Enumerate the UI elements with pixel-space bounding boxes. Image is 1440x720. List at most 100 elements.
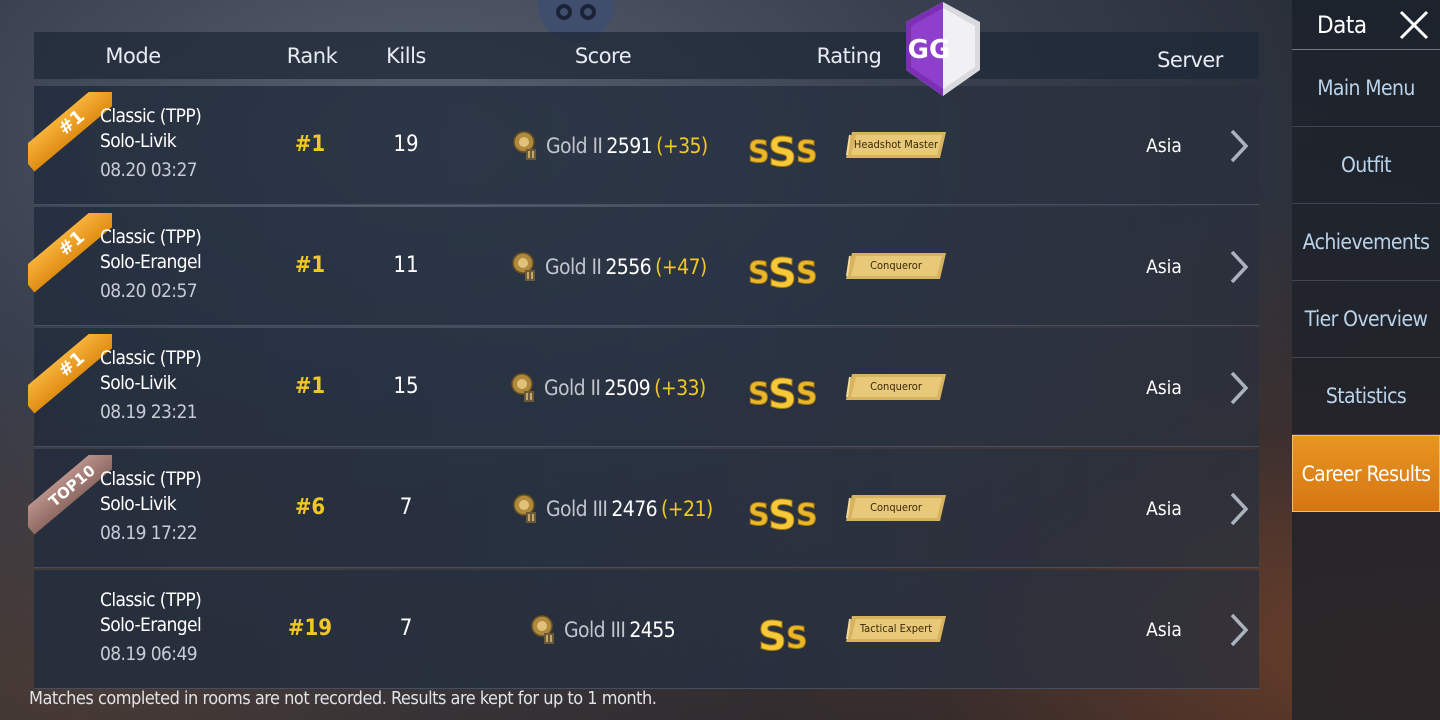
mode-map: Solo-Livik (100, 130, 177, 152)
match-score: Gold II 2509 (+33) (510, 373, 706, 403)
data-sidebar: Data Main Menu Outfit Achievements Tier Ove… (1292, 0, 1440, 720)
match-kills: 19 (393, 132, 419, 157)
score-delta: (+21) (661, 497, 713, 521)
match-rank: #6 (294, 495, 326, 520)
match-mode: Classic (TPP) Solo-Livik 08.19 17:22 (100, 467, 202, 546)
sidebar-item-main-menu[interactable]: Main Menu (1292, 50, 1440, 127)
mode-map: Solo-Erangel (100, 251, 202, 273)
match-server: Asia (1146, 135, 1182, 157)
match-score: Gold II 2591 (+35) (512, 131, 708, 161)
rating-title-badge: Conqueror (846, 494, 946, 522)
svg-text:S: S (748, 256, 770, 291)
sidebar-item-tier-overview[interactable]: Tier Overview (1292, 281, 1440, 358)
mode-map: Solo-Erangel (100, 614, 202, 636)
match-datetime: 08.19 23:21 (100, 401, 198, 423)
score-points: 2476 (611, 497, 658, 521)
match-kills: 7 (399, 616, 413, 641)
score-points: 2556 (605, 255, 652, 279)
rating-title: Headshot Master (853, 138, 939, 151)
match-row[interactable]: #1 Classic (TPP) Solo-Livik 08.19 23:21 … (28, 328, 1259, 447)
svg-text:S: S (758, 614, 787, 654)
match-score: Gold II 2556 (+47) (511, 252, 707, 282)
grade-sss-icon: S S S (748, 130, 819, 171)
svg-text:S: S (768, 493, 797, 533)
match-datetime: 08.19 17:22 (100, 522, 198, 544)
mode-type: Classic (TPP) (100, 105, 202, 127)
match-row[interactable]: TOP10 Classic (TPP) Solo-Livik 08.19 17:… (28, 449, 1259, 568)
rating-title-badge: Headshot Master (846, 131, 946, 159)
svg-text:S: S (748, 498, 770, 533)
table-header: Mode Rank Kills Score Rating Server (34, 32, 1259, 79)
score-tier: Gold III (564, 618, 626, 642)
sidebar-item-outfit[interactable]: Outfit (1292, 127, 1440, 204)
match-datetime: 08.20 02:57 (100, 280, 198, 302)
match-row[interactable]: #1 Classic (TPP) Solo-Livik 08.20 03:27 … (28, 86, 1259, 205)
match-server: Asia (1146, 498, 1182, 520)
chevron-right-icon[interactable] (1228, 612, 1250, 648)
close-icon[interactable] (1398, 9, 1430, 41)
match-score: Gold III 2476 (+21) (512, 494, 713, 524)
svg-text:S: S (796, 256, 818, 291)
match-mode: Classic (TPP) Solo-Erangel 08.19 06:49 (100, 588, 202, 667)
svg-text:S: S (748, 135, 770, 170)
mode-type: Classic (TPP) (100, 468, 202, 490)
svg-text:S: S (786, 621, 808, 654)
mode-type: Classic (TPP) (100, 226, 202, 248)
gg-logo-icon[interactable]: GG (902, 0, 984, 98)
rating-title-badge: Tactical Expert (846, 615, 946, 643)
svg-text:S: S (768, 251, 797, 291)
score-delta: (+47) (655, 255, 707, 279)
rating-title-badge: Conqueror (846, 373, 946, 401)
match-kills: 7 (399, 495, 413, 520)
match-row[interactable]: Classic (TPP) Solo-Erangel 08.19 06:49 #… (34, 570, 1259, 689)
match-row[interactable]: #1 Classic (TPP) Solo-Erangel 08.20 02:5… (28, 207, 1259, 326)
score-tier: Gold II (546, 134, 603, 158)
score-points: 2509 (604, 376, 651, 400)
match-rank: #1 (294, 374, 326, 399)
match-rank: #19 (287, 616, 333, 641)
sidebar-item-achievements[interactable]: Achievements (1292, 204, 1440, 281)
header-score: Score (574, 44, 632, 68)
svg-text:S: S (796, 377, 818, 412)
header-kills: Kills (386, 44, 426, 68)
chevron-right-icon[interactable] (1228, 491, 1250, 527)
grade-ss-icon: S S (758, 614, 809, 655)
gg-logo-text: GG (908, 35, 951, 65)
match-server: Asia (1146, 619, 1182, 641)
mode-type: Classic (TPP) (100, 347, 202, 369)
chevron-right-icon[interactable] (1228, 249, 1250, 285)
grade-sss-icon: S S S (748, 251, 819, 292)
score-points: 2591 (606, 134, 653, 158)
score-tier: Gold III (546, 497, 608, 521)
grade-sss-icon: S S S (748, 372, 819, 413)
match-server: Asia (1146, 377, 1182, 399)
match-mode: Classic (TPP) Solo-Livik 08.19 23:21 (100, 346, 202, 425)
chevron-right-icon[interactable] (1228, 370, 1250, 406)
svg-text:S: S (768, 130, 797, 170)
rating-title: Conqueror (870, 501, 922, 514)
header-rating: Rating (816, 44, 882, 68)
footer-note: Matches completed in rooms are not recor… (29, 688, 657, 709)
match-datetime: 08.19 06:49 (100, 643, 198, 665)
rating-title: Tactical Expert (859, 622, 933, 635)
tier-medal-icon (512, 252, 535, 281)
mode-map: Solo-Livik (100, 372, 177, 394)
sidebar-item-career-results[interactable]: Career Results (1292, 435, 1440, 512)
match-datetime: 08.20 03:27 (100, 159, 198, 181)
header-rank: Rank (286, 44, 338, 68)
score-tier: Gold II (544, 376, 601, 400)
career-results-table: Mode Rank Kills Score Rating Server #1 C… (28, 32, 1259, 689)
svg-text:S: S (796, 498, 818, 533)
match-kills: 11 (393, 253, 419, 278)
score-points: 2455 (629, 618, 676, 642)
mode-type: Classic (TPP) (100, 589, 202, 611)
tier-medal-icon (513, 494, 536, 523)
score-delta: (+33) (654, 376, 706, 400)
sidebar-item-statistics[interactable]: Statistics (1292, 358, 1440, 435)
match-mode: Classic (TPP) Solo-Erangel 08.20 02:57 (100, 225, 202, 304)
grade-sss-icon: S S S (748, 493, 819, 534)
tier-medal-icon (511, 373, 534, 402)
match-rank: #1 (294, 132, 326, 157)
chevron-right-icon[interactable] (1228, 128, 1250, 164)
tier-medal-icon (531, 615, 554, 644)
